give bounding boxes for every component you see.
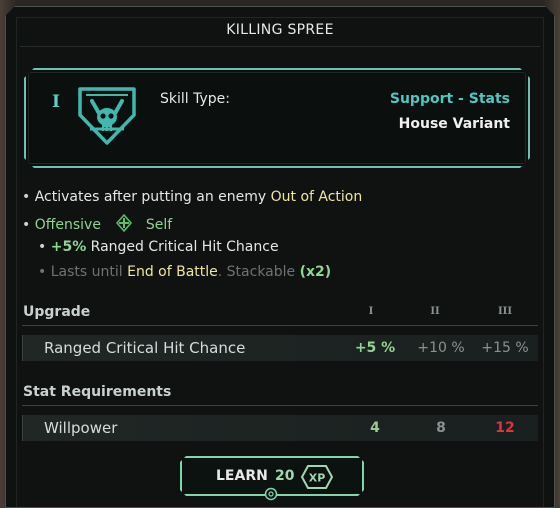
upgrade-col-2: II <box>430 306 440 317</box>
upgrade-col-3: III <box>497 306 513 317</box>
description-line-effect: • +5% Ranged Critical Hit Chance <box>38 239 279 255</box>
requirement-value-3: 12 <box>495 420 515 436</box>
requirement-row: Willpower 4 8 12 <box>22 415 538 441</box>
trigger-text: Activates after putting an enemy <box>34 189 267 205</box>
title-divider <box>20 46 540 47</box>
skill-type-label: Skill Type: <box>160 91 230 107</box>
bullet: • <box>38 264 47 280</box>
description-line-duration: • Lasts until End of Battle. Stackable (… <box>38 264 331 280</box>
skull-crossed-blades-icon <box>78 87 136 145</box>
requirement-row-label: Willpower <box>44 419 118 437</box>
requirement-value-2: 8 <box>436 420 446 436</box>
upgrade-value-1: +5 % <box>354 340 396 356</box>
effect-value: +5% <box>50 239 87 255</box>
bullet: • <box>22 217 31 233</box>
skill-variant: House Variant <box>398 116 510 132</box>
requirement-value-1: 4 <box>370 420 380 436</box>
upgrade-row-label: Ranged Critical Hit Chance <box>44 339 246 357</box>
upgrade-header: Upgrade I II III <box>22 302 538 326</box>
stackable-text: . Stackable <box>217 264 296 280</box>
stack-count: (x2) <box>299 264 332 280</box>
stat-requirements-label: Stat Requirements <box>23 384 172 400</box>
description-line-tags: • Offensive Self <box>22 214 172 233</box>
learn-cost: 20 <box>275 468 295 484</box>
diamond-arrows-icon <box>116 214 133 232</box>
effect-text: Ranged Critical Hit Chance <box>90 239 279 255</box>
upgrade-value-3: +15 % <box>481 340 529 356</box>
xp-label: XP <box>309 472 326 485</box>
tag-offensive: Offensive <box>34 217 101 233</box>
upgrade-row: Ranged Critical Hit Chance +5 % +10 % +1… <box>22 335 538 361</box>
upgrade-value-2: +10 % <box>417 340 465 356</box>
xp-hexagon-icon: XP <box>300 465 334 489</box>
skill-tier: I <box>52 92 60 112</box>
learn-button-label: LEARN <box>216 468 268 484</box>
skill-type-value: Support - Stats <box>389 91 510 107</box>
stat-requirements-header: Stat Requirements <box>22 382 538 406</box>
duration-prefix: Lasts until <box>50 264 123 280</box>
upgrade-col-1: I <box>368 306 374 317</box>
tag-self: Self <box>145 217 173 233</box>
bullet: • <box>38 239 47 255</box>
bullet: • <box>22 189 31 205</box>
upgrade-header-label: Upgrade <box>23 304 91 320</box>
skill-title: KILLING SPREE <box>226 22 334 38</box>
trigger-keyword: Out of Action <box>270 189 363 205</box>
gear-icon <box>264 487 278 501</box>
description-line-trigger: • Activates after putting an enemy Out o… <box>22 189 362 205</box>
duration-keyword: End of Battle <box>127 264 218 280</box>
